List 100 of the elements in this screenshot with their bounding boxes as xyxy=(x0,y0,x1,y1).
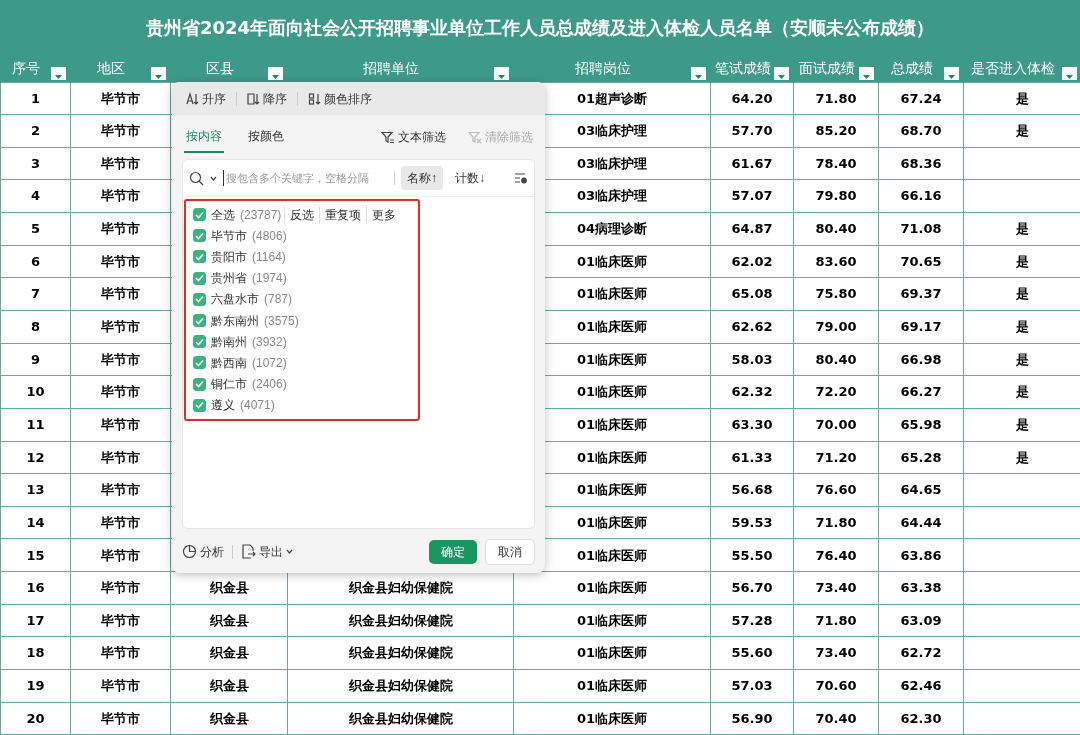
table-cell: 毕节市 xyxy=(70,212,171,246)
table-cell: 16 xyxy=(0,571,71,605)
checkbox[interactable] xyxy=(193,271,206,285)
table-cell: 毕节市 xyxy=(70,441,171,474)
select-action-link[interactable]: 反选 xyxy=(284,205,320,224)
table-cell: 69.17 xyxy=(878,310,964,344)
table-cell: 62.72 xyxy=(878,636,964,670)
table-cell: 2 xyxy=(0,114,71,148)
analyze-button[interactable]: 分析 xyxy=(182,542,224,561)
table-cell: 62.46 xyxy=(878,669,964,703)
option-count: (23787) xyxy=(240,206,282,224)
checkbox[interactable] xyxy=(193,356,206,370)
cancel-button[interactable]: 取消 xyxy=(485,538,535,565)
sort-ascending-icon xyxy=(186,91,199,106)
filter-dropdown-button[interactable] xyxy=(151,66,166,80)
table-cell: 73.40 xyxy=(793,636,879,670)
checkbox[interactable] xyxy=(193,208,206,222)
filter-dropdown-button[interactable] xyxy=(691,66,706,80)
table-cell: 62.32 xyxy=(710,375,794,409)
table-cell: 7 xyxy=(0,277,71,311)
table-cell: 是 xyxy=(963,82,1080,115)
table-cell: 毕节市 xyxy=(70,277,171,311)
filter-dropdown-button[interactable] xyxy=(1061,66,1077,80)
table-cell: 毕节市 xyxy=(70,82,171,115)
table-cell: 11 xyxy=(0,408,71,442)
option-label: 铜仁市 xyxy=(211,376,247,394)
table-cell: 01临床医师 xyxy=(513,702,711,735)
table-cell: 毕节市 xyxy=(70,179,171,213)
table-cell: 18 xyxy=(0,636,71,670)
filter-dropdown-button[interactable] xyxy=(859,66,874,80)
caret-icon xyxy=(154,73,163,80)
table-cell: 19 xyxy=(0,669,71,703)
sort-button[interactable]: 颜色排序 xyxy=(304,89,376,108)
caret-icon xyxy=(271,73,280,80)
option-count: (1164) xyxy=(252,248,286,266)
checkbox[interactable] xyxy=(193,398,206,412)
filter-dropdown-button[interactable] xyxy=(268,66,283,80)
table-cell: 01临床医师 xyxy=(513,669,711,703)
table-cell: 58.03 xyxy=(710,343,794,376)
table-cell: 66.16 xyxy=(878,179,964,213)
caret-icon xyxy=(497,73,506,80)
export-button[interactable]: 导出 xyxy=(241,542,293,561)
sort-button[interactable]: 降序 xyxy=(243,89,291,108)
table-cell: 64.20 xyxy=(710,82,794,115)
option-count: (2406) xyxy=(252,376,287,394)
confirm-button[interactable]: 确定 xyxy=(429,539,477,564)
search-icon xyxy=(189,170,204,186)
table-cell: 56.70 xyxy=(710,571,794,605)
table-cell: 83.60 xyxy=(793,245,879,278)
checkbox[interactable] xyxy=(193,335,206,349)
text-filter-button[interactable]: 文本筛选 xyxy=(381,128,446,146)
table-cell: 15 xyxy=(0,538,71,572)
color-sort-icon xyxy=(308,91,321,106)
option-label: 黔南州 xyxy=(211,333,247,351)
column-header: 地区 xyxy=(97,58,125,78)
table-cell: 70.40 xyxy=(793,702,879,735)
export-icon xyxy=(241,544,256,559)
filter-dropdown-button[interactable] xyxy=(494,66,509,80)
option-label: 遵义 xyxy=(211,397,235,415)
table-cell: 毕节市 xyxy=(70,571,171,605)
caret-icon xyxy=(862,73,871,80)
table-cell: 8 xyxy=(0,310,71,344)
table-cell: 64.87 xyxy=(710,212,794,246)
select-action-link[interactable]: 更多 xyxy=(366,205,402,224)
checkbox[interactable] xyxy=(193,250,206,264)
table-cell: 01临床医师 xyxy=(513,636,711,670)
filter-tab[interactable]: 按内容 xyxy=(184,121,224,153)
table-cell: 毕节市 xyxy=(70,506,171,539)
table-cell: 毕节市 xyxy=(70,375,171,409)
table-cell: 71.80 xyxy=(793,82,879,115)
filter-dropdown-button[interactable] xyxy=(774,66,789,80)
checkbox[interactable] xyxy=(193,377,206,391)
select-action-link[interactable]: 重复项 xyxy=(319,205,367,224)
checkbox[interactable] xyxy=(193,229,206,243)
table-cell: 70.65 xyxy=(878,245,964,278)
filter-dropdown-button[interactable] xyxy=(944,66,959,80)
filter-tab[interactable]: 按颜色 xyxy=(246,121,286,153)
caret-icon xyxy=(210,175,217,181)
table-cell: 69.37 xyxy=(878,277,964,311)
table-cell: 68.70 xyxy=(878,114,964,148)
table-cell: 5 xyxy=(0,212,71,246)
table-cell: 毕节市 xyxy=(70,245,171,278)
column-header: 面试成绩 xyxy=(798,58,855,78)
table-cell: 织金县 xyxy=(170,702,288,735)
filter-icon xyxy=(381,130,395,144)
sort-order-button[interactable]: 计数↓ xyxy=(449,166,491,190)
table-cell: 63.86 xyxy=(878,538,964,572)
table-cell: 3 xyxy=(0,147,71,180)
table-cell: 01临床医师 xyxy=(513,604,711,637)
sort-order-button[interactable]: 名称↑ xyxy=(401,166,443,190)
table-cell: 80.40 xyxy=(793,343,879,376)
checkbox[interactable] xyxy=(193,314,206,328)
option-count: (1072) xyxy=(252,354,287,372)
list-settings-icon[interactable] xyxy=(514,172,528,184)
filter-dropdown-button[interactable] xyxy=(51,66,66,80)
sort-button[interactable]: 升序 xyxy=(182,89,230,108)
column-header: 总成绩 xyxy=(890,58,933,78)
table-cell: 57.28 xyxy=(710,604,794,637)
checkbox[interactable] xyxy=(193,292,206,306)
table-cell: 毕节市 xyxy=(70,114,171,148)
